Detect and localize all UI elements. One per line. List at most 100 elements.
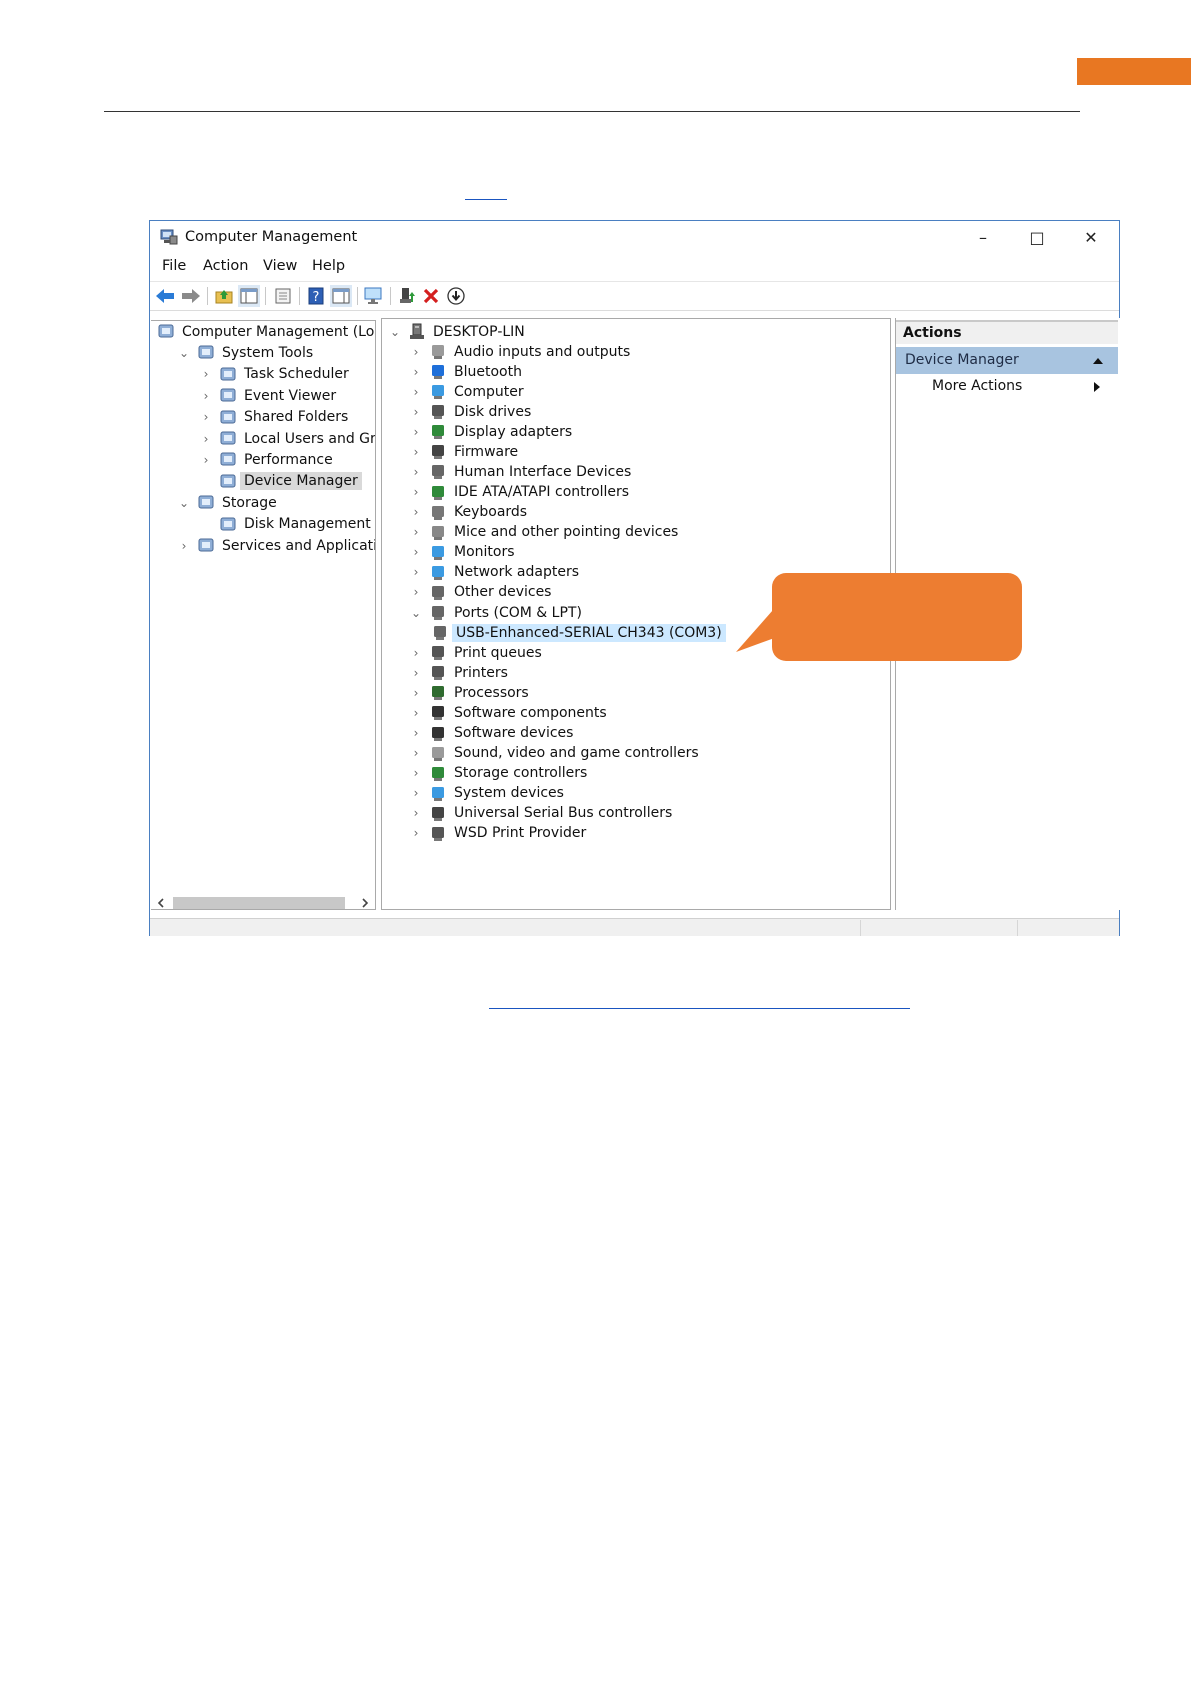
device-category[interactable]: › Computer	[409, 381, 524, 402]
console-tree-item[interactable]: › Task Scheduler	[199, 364, 349, 385]
close-button[interactable]: ✕	[1064, 223, 1118, 251]
hyperlink-underline[interactable]	[489, 1008, 910, 1009]
up-one-level-button[interactable]	[213, 285, 235, 307]
console-tree-item[interactable]: › Event Viewer	[199, 385, 337, 406]
scroll-left-icon[interactable]	[157, 898, 165, 908]
view-button[interactable]	[330, 285, 352, 307]
update-driver-button[interactable]	[396, 285, 418, 307]
chevron-right-icon[interactable]: ›	[199, 367, 213, 381]
chevron-right-icon[interactable]: ›	[199, 389, 213, 403]
device-category[interactable]: › Network adapters	[409, 562, 579, 583]
chevron-down-icon[interactable]: ⌄	[177, 346, 191, 360]
device-category[interactable]: › Other devices	[409, 582, 552, 603]
device-category[interactable]: › Processors	[409, 682, 529, 703]
device-category[interactable]: › Software devices	[409, 723, 574, 744]
show-hide-tree-button[interactable]	[238, 285, 260, 307]
console-tree-item[interactable]: Device Manager	[199, 471, 362, 492]
device-category[interactable]: › Universal Serial Bus controllers	[409, 803, 673, 824]
console-tree-item[interactable]: Disk Management	[199, 514, 371, 535]
chevron-right-icon[interactable]: ›	[199, 453, 213, 467]
chevron-right-icon[interactable]: ›	[409, 405, 423, 419]
device-category[interactable]: › Audio inputs and outputs	[409, 341, 631, 362]
menu-bar: File Action View Help	[150, 253, 1119, 279]
back-button[interactable]	[154, 285, 176, 307]
minimize-button[interactable]: –	[956, 223, 1010, 251]
console-tree-item[interactable]: › Performance	[199, 449, 333, 470]
title-bar[interactable]: Computer Management – □ ✕	[150, 221, 1119, 253]
device-category[interactable]: › Keyboards	[409, 502, 528, 523]
console-tree-item[interactable]: ⌄ Storage	[177, 492, 277, 513]
chevron-right-icon[interactable]: ›	[409, 826, 423, 840]
scan-hardware-button[interactable]	[363, 285, 385, 307]
device-category[interactable]: › IDE ATA/ATAPI controllers	[409, 482, 630, 503]
chevron-right-icon[interactable]: ›	[177, 539, 191, 553]
device-category[interactable]: › Bluetooth	[409, 361, 522, 382]
chevron-right-icon[interactable]: ›	[409, 545, 423, 559]
maximize-button[interactable]: □	[1010, 223, 1064, 251]
device-category[interactable]: › Printers	[409, 662, 508, 683]
chevron-right-icon[interactable]: ›	[409, 806, 423, 820]
device-category[interactable]: › Mice and other pointing devices	[409, 522, 679, 543]
console-tree-item[interactable]: Computer Management (Local	[155, 321, 375, 342]
chevron-down-icon[interactable]: ⌄	[177, 496, 191, 510]
chevron-right-icon[interactable]: ›	[409, 686, 423, 700]
device-category[interactable]: › Human Interface Devices	[409, 461, 632, 482]
chevron-right-icon[interactable]: ›	[199, 432, 213, 446]
menu-help[interactable]: Help	[312, 258, 345, 274]
console-tree-item[interactable]: › Shared Folders	[199, 407, 349, 428]
device-category[interactable]: › Monitors	[409, 542, 515, 563]
chevron-right-icon[interactable]: ›	[409, 465, 423, 479]
chevron-right-icon[interactable]: ›	[409, 345, 423, 359]
chevron-right-icon[interactable]: ›	[409, 666, 423, 680]
menu-file[interactable]: File	[162, 258, 186, 274]
chevron-right-icon[interactable]: ›	[409, 565, 423, 579]
chevron-down-icon[interactable]: ⌄	[409, 606, 423, 620]
chevron-right-icon[interactable]: ›	[409, 445, 423, 459]
forward-button[interactable]	[180, 285, 202, 307]
device-category[interactable]: › Storage controllers	[409, 763, 588, 784]
chevron-right-icon[interactable]: ›	[409, 646, 423, 660]
device-category[interactable]: › Disk drives	[409, 401, 532, 422]
chevron-right-icon[interactable]: ›	[409, 485, 423, 499]
console-tree-item[interactable]: ⌄ System Tools	[177, 342, 313, 363]
chevron-right-icon[interactable]: ›	[409, 726, 423, 740]
console-tree-item[interactable]: › Services and Applications	[177, 535, 375, 556]
device-item[interactable]: USB-Enhanced-SERIAL CH343 (COM3)	[431, 622, 726, 643]
scrollbar-thumb[interactable]	[173, 897, 345, 909]
hyperlink-underline[interactable]	[465, 199, 507, 200]
device-category[interactable]: › Firmware	[409, 441, 519, 462]
collapse-up-icon[interactable]	[1092, 357, 1104, 365]
help-button[interactable]: ?	[305, 285, 327, 307]
chevron-right-icon[interactable]: ›	[409, 505, 423, 519]
device-category[interactable]: ⌄ Ports (COM & LPT)	[409, 602, 582, 623]
actions-section-device-manager[interactable]: Device Manager	[896, 347, 1118, 374]
chevron-right-icon[interactable]: ›	[409, 706, 423, 720]
menu-action[interactable]: Action	[203, 258, 248, 274]
properties-button[interactable]	[272, 285, 294, 307]
chevron-right-icon[interactable]: ›	[409, 525, 423, 539]
more-actions-item[interactable]: More Actions	[932, 378, 1022, 394]
menu-view[interactable]: View	[263, 258, 297, 274]
chevron-right-icon[interactable]: ›	[409, 425, 423, 439]
chevron-right-icon[interactable]: ›	[409, 585, 423, 599]
properties-icon	[275, 288, 291, 304]
device-category[interactable]: › Sound, video and game controllers	[409, 743, 699, 764]
device-tree-root[interactable]: ⌄ DESKTOP-LIN	[388, 321, 525, 342]
chevron-right-icon[interactable]: ›	[409, 786, 423, 800]
chevron-right-icon[interactable]: ›	[409, 385, 423, 399]
chevron-right-icon[interactable]: ›	[199, 410, 213, 424]
device-category[interactable]: › WSD Print Provider	[409, 823, 587, 844]
device-category[interactable]: › Software components	[409, 702, 607, 723]
disable-device-button[interactable]	[445, 285, 467, 307]
device-category[interactable]: › Display adapters	[409, 421, 573, 442]
chevron-right-icon[interactable]: ›	[409, 365, 423, 379]
device-category[interactable]: › Print queues	[409, 642, 542, 663]
chevron-right-icon[interactable]: ›	[409, 746, 423, 760]
chevron-right-icon[interactable]: ›	[409, 766, 423, 780]
device-category[interactable]: › System devices	[409, 783, 564, 804]
console-tree-item[interactable]: › Local Users and Groups	[199, 428, 375, 449]
scroll-right-icon[interactable]	[361, 898, 369, 908]
chevron-down-icon[interactable]: ⌄	[388, 325, 402, 339]
horizontal-scrollbar[interactable]	[155, 895, 371, 909]
uninstall-device-button[interactable]	[420, 285, 442, 307]
